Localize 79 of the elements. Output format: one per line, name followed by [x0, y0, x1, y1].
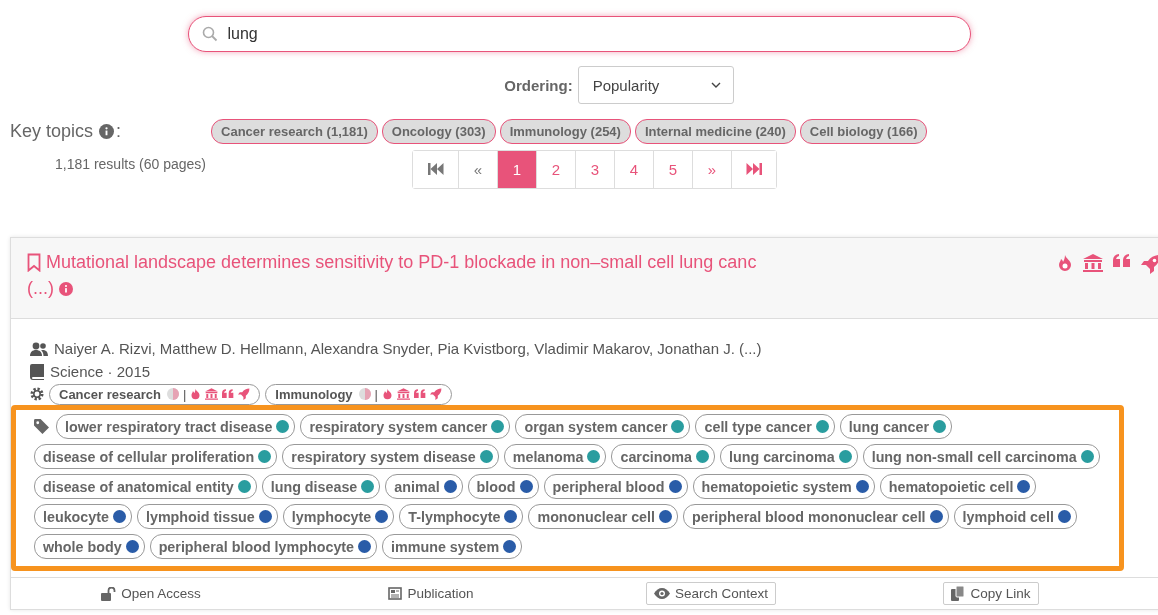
concept-tag[interactable]: hematopoietic cell	[879, 474, 1037, 499]
separator: |	[374, 386, 378, 402]
concept-tag[interactable]: lymphoid cell	[953, 504, 1077, 529]
field-name: Cancer research	[59, 386, 161, 402]
info-icon	[59, 281, 73, 296]
key-topics-label: Key topics	[10, 120, 94, 142]
copy-icon	[951, 586, 966, 601]
rocket-icon	[238, 388, 251, 400]
ordering-dropdown[interactable]: Popularity	[577, 66, 734, 104]
concept-tag[interactable]: carcinoma	[611, 444, 715, 469]
venue-year: Science · 2015	[50, 363, 151, 380]
concept-tag[interactable]: respiratory system cancer	[300, 414, 511, 439]
concept-tag[interactable]: peripheral blood	[543, 474, 688, 499]
quote-icon	[222, 389, 235, 399]
concept-tag[interactable]: whole body	[34, 534, 145, 559]
bookmark-icon[interactable]	[27, 253, 41, 272]
concept-tag[interactable]: disease of anatomical entity	[34, 474, 257, 499]
field-name: Immunology	[275, 386, 353, 402]
topic-chip[interactable]: Oncology (303)	[381, 118, 496, 144]
concept-tag[interactable]: lung cancer	[839, 414, 953, 439]
action-button[interactable]: Search Context	[645, 582, 777, 605]
concept-tag[interactable]: lymphoid tissue	[136, 504, 278, 529]
topic-chip[interactable]: Cell biology (166)	[799, 118, 928, 144]
action-button[interactable]: Copy Link	[943, 582, 1039, 605]
concept-tag[interactable]: peripheral blood lymphocyte	[149, 534, 378, 559]
flame-icon	[381, 388, 393, 400]
book-icon	[30, 363, 44, 380]
flame-icon	[190, 388, 202, 400]
rocket-icon[interactable]	[1141, 254, 1158, 274]
info-icon	[99, 123, 115, 139]
concept-tag[interactable]: blood	[467, 474, 539, 499]
concept-tag[interactable]: organ system cancer	[515, 414, 691, 439]
concept-tag[interactable]: melanoma	[503, 444, 607, 469]
concept-tag[interactable]: animal	[385, 474, 463, 499]
concept-tag[interactable]: immune system	[382, 534, 523, 559]
gear-icon	[30, 387, 44, 401]
concept-tag[interactable]: lower respiratory tract disease	[56, 414, 296, 439]
people-icon	[30, 341, 48, 356]
unlock-icon	[101, 586, 117, 601]
ordering-label: Ordering:	[504, 76, 573, 94]
quote-icon[interactable]	[1113, 254, 1131, 268]
concept-tag[interactable]: respiratory system disease	[282, 444, 499, 469]
page-button[interactable]	[731, 150, 776, 188]
half-circle-icon	[166, 388, 179, 400]
separator: |	[182, 386, 187, 402]
concept-tag[interactable]: mononuclear cell	[528, 504, 678, 529]
paper-title-link[interactable]: Mutational landscape determines sensitivity to PD-1 blockade in non–small cell lung canc	[46, 252, 757, 273]
authors: Naiyer A. Rizvi, Matthew D. Hellmann, Alexandra Snyder, Pia Kvistborg, Vladimir Makarov, Jonathan J. (...)	[54, 340, 762, 357]
concept-tag[interactable]: lymphocyte	[282, 504, 395, 529]
concept-tag[interactable]: hematopoietic system	[692, 474, 875, 499]
half-circle-icon	[358, 388, 371, 400]
concept-tag[interactable]: T-lymphocyte	[399, 504, 524, 529]
title-more: (...)	[27, 278, 54, 299]
concept-tag[interactable]: leukocyte	[34, 504, 132, 529]
topic-chip[interactable]: Internal medicine (240)	[634, 118, 796, 144]
concept-tag[interactable]: lung carcinoma	[720, 444, 858, 469]
concept-tag[interactable]: lung disease	[261, 474, 381, 499]
bank-icon[interactable]	[1083, 254, 1103, 272]
newspaper-icon	[388, 587, 403, 600]
concept-tag[interactable]: lung non-small cell carcinoma	[862, 444, 1100, 469]
topic-chip[interactable]: Cancer research (1,181)	[211, 118, 378, 144]
results-count: 1,181 results (60 pages)	[55, 156, 207, 172]
topic-chip[interactable]: Immunology (254)	[499, 118, 631, 144]
search-field[interactable]: lung	[187, 16, 971, 52]
bank-icon	[205, 388, 219, 400]
concept-tag[interactable]: cell type cancer	[695, 414, 835, 439]
concept-tag[interactable]: peripheral blood mononuclear cell	[683, 504, 949, 529]
flame-icon[interactable]	[1057, 254, 1073, 272]
tag-icon	[34, 419, 49, 434]
first-page-icon	[427, 163, 444, 175]
quote-icon	[413, 389, 426, 399]
colon: :	[116, 120, 122, 142]
bank-icon	[396, 388, 410, 400]
rocket-icon	[429, 388, 442, 400]
concept-tag[interactable]: disease of cellular proliferation	[34, 444, 278, 469]
eye-icon	[653, 588, 670, 599]
caret-icon	[710, 82, 721, 88]
page-button[interactable]: 1	[497, 150, 536, 188]
last-page-icon	[746, 163, 762, 175]
